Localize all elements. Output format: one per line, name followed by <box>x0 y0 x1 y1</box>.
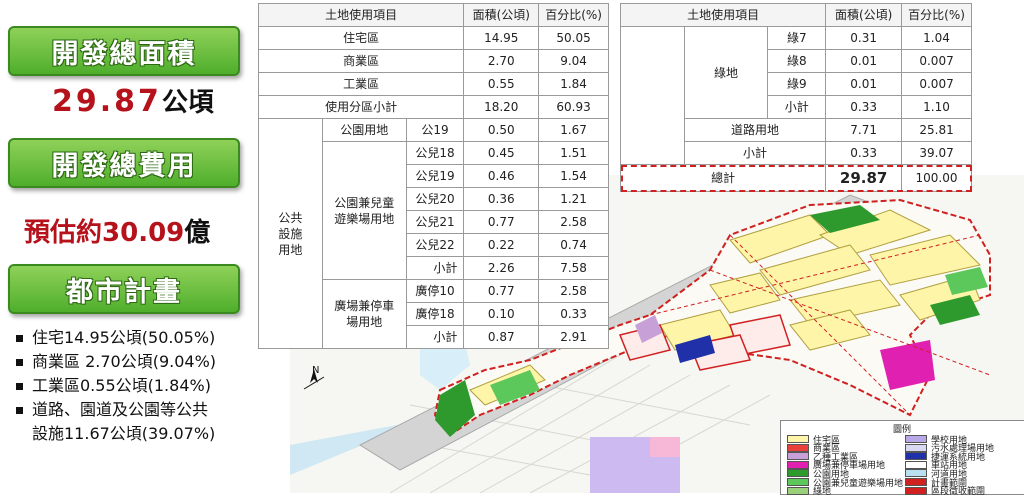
bullet-residential: 住宅14.95公頃(50.05%) <box>14 326 254 350</box>
table1-header-item: 土地使用項目 <box>257 3 465 27</box>
public-facility-group: 公共設施用地 <box>258 118 323 349</box>
total-area-value: 29.87 <box>52 84 162 119</box>
north-label: N <box>312 365 319 376</box>
playground-group: 公園兼兒童遊樂場用地 <box>321 141 407 280</box>
total-area-readout: 29.87公頃 <box>52 82 214 119</box>
total-cost-title: 開發總費用 <box>51 150 197 182</box>
bullet-public-facilities: 道路、園道及公園等公共 <box>14 398 254 422</box>
table2-header-percent: 百分比(%) <box>901 3 972 27</box>
total-area-title: 開發總面積 <box>51 38 197 70</box>
legend-swatch <box>905 486 927 495</box>
total-area: 29.87 <box>825 164 903 192</box>
total-row: 總計 29.87 100.00 <box>619 164 972 192</box>
bullet-public-facilities-cont: 設施11.67公頃(39.07%) <box>32 424 216 443</box>
plan-bullet-list: 住宅14.95公頃(50.05%) 商業區 2.70公頃(9.04%) 工業區0… <box>14 326 254 446</box>
green-group: 綠地 <box>683 26 769 119</box>
table-row: 工業區 0.55 1.84 <box>257 72 609 96</box>
total-area-unit: 公頃 <box>161 88 214 118</box>
bullet-industrial: 工業區0.55公頃(1.84%) <box>14 374 254 398</box>
table2-header-item: 土地使用項目 <box>619 3 827 27</box>
total-percent: 100.00 <box>901 164 972 192</box>
table2-header-row: 土地使用項目 面積(公頃) 百分比(%) <box>619 3 972 27</box>
table-row: 綠地 綠7 0.31 1.04 <box>620 26 972 165</box>
total-area-header: 開發總面積 <box>8 26 240 76</box>
table1-header-row: 土地使用項目 面積(公頃) 百分比(%) <box>257 3 609 27</box>
land-use-table-1: 土地使用項目 面積(公頃) 百分比(%) 住宅區 14.95 50.05 商業區… <box>257 3 609 349</box>
total-cost-header: 開發總費用 <box>8 138 240 188</box>
total-cost-value: 30.09 <box>102 218 185 248</box>
urban-plan-header: 都市計畫 <box>8 264 240 314</box>
legend-swatch <box>787 486 809 495</box>
bullet-commercial: 商業區 2.70公頃(9.04%) <box>14 350 254 374</box>
total-cost-readout: 預估約30.09億 <box>24 212 210 249</box>
map-legend: 圖例 住宅區 商業區 乙種工業區 廣場兼停車場用地 公園用地 公園兼兒童遊樂場用地 綠地 學校… <box>780 420 1024 497</box>
table1-header-percent: 百分比(%) <box>538 3 609 27</box>
legend-item: 綠地 <box>787 485 831 497</box>
legend-label: 區段徵收範圍 <box>931 487 986 497</box>
total-label: 總計 <box>619 164 827 192</box>
table-row: 住宅區 14.95 50.05 <box>257 26 609 50</box>
urban-plan-title: 都市計畫 <box>66 276 182 308</box>
table2-header-area: 面積(公頃) <box>825 3 903 27</box>
total-cost-unit: 億 <box>184 218 211 248</box>
table-row: 商業區 2.70 9.04 <box>257 49 609 73</box>
plaza-group: 廣場兼停車場用地 <box>321 279 407 349</box>
table-row: 使用分區小計 18.20 60.93 <box>257 95 609 119</box>
legend-label: 綠地 <box>813 487 832 497</box>
legend-item: 區段徵收範圍 <box>905 485 985 497</box>
table-row: 公共設施用地 公園用地 公19 0.50 1.67 <box>258 118 609 349</box>
land-use-table-2: 土地使用項目 面積(公頃) 百分比(%) 綠地 綠7 0.31 1.04 綠8 … <box>619 3 972 192</box>
total-cost-prefix: 預估約 <box>24 218 103 248</box>
table1-header-area: 面積(公頃) <box>463 3 540 27</box>
